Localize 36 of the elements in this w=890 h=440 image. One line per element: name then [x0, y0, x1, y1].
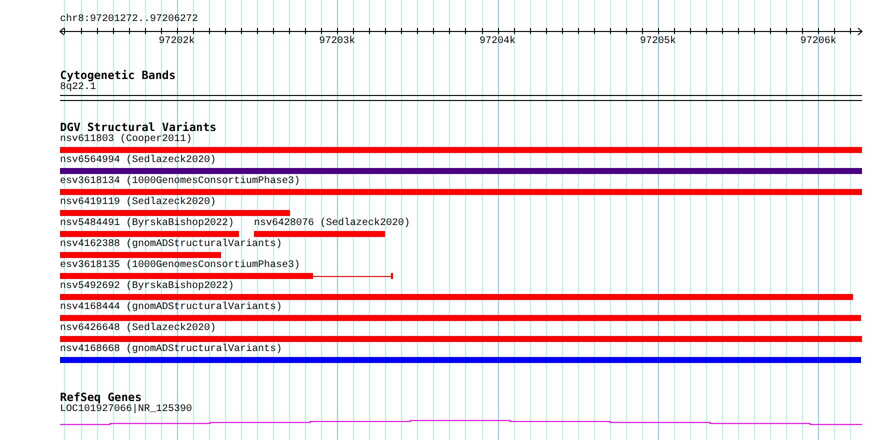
variant-label: esv3618134 (1000GenomesConsortiumPhase3)	[60, 176, 300, 188]
variant-label: nsv6419119 (Sedlazeck2020)	[60, 197, 216, 209]
band-label: 8q22.1	[60, 82, 96, 94]
variant-bar[interactable]	[60, 231, 239, 237]
variant-bar[interactable]	[60, 147, 862, 153]
variant-label: nsv6428076 (Sedlazeck2020)	[254, 218, 410, 230]
track-title: DGV Structural Variants	[60, 121, 216, 134]
variant-label: nsv6426648 (Sedlazeck2020)	[60, 323, 216, 335]
variant-bar[interactable]	[60, 336, 862, 342]
ruler-tick-label: 97206k	[800, 36, 836, 48]
variant-label: nsv4168444 (gnomADStructuralVariants)	[60, 302, 282, 314]
ruler-tick-label: 97204k	[480, 36, 516, 48]
variant-label: nsv5492692 (ByrskaBishop2022)	[60, 281, 234, 293]
variant-label: nsv5484491 (ByrskaBishop2022)	[60, 218, 234, 230]
gene-line[interactable]	[60, 420, 862, 425]
ruler-location: chr8:97201272..97206272	[60, 14, 198, 26]
ruler-tick-label: 97205k	[640, 36, 676, 48]
variant-bar[interactable]	[60, 168, 862, 174]
variant-label: esv3618135 (1000GenomesConsortiumPhase3)	[60, 260, 300, 272]
variant-bar[interactable]	[60, 210, 290, 216]
variant-label: nsv4162388 (gnomADStructuralVariants)	[60, 239, 282, 251]
variant-bar[interactable]	[60, 294, 853, 300]
variant-bar[interactable]	[254, 231, 385, 237]
ruler-tick-label: 97203k	[319, 36, 356, 48]
variant-bar[interactable]	[60, 252, 221, 258]
variant-bar[interactable]	[60, 189, 862, 195]
track-title: RefSeq Genes	[60, 391, 142, 404]
track-title: Cytogenetic Bands	[60, 69, 176, 82]
variant-bar[interactable]	[60, 315, 861, 321]
gene-label: LOC101927066|NR_125390	[60, 404, 192, 416]
variant-bar[interactable]	[60, 357, 861, 363]
variant-label: nsv611803 (Cooper2011)	[60, 134, 192, 146]
variant-label: nsv6564994 (Sedlazeck2020)	[60, 155, 216, 167]
variant-bar[interactable]	[60, 273, 313, 279]
ruler-tick-label: 97202k	[158, 36, 195, 48]
variant-label: nsv4168668 (gnomADStructuralVariants)	[60, 344, 282, 356]
